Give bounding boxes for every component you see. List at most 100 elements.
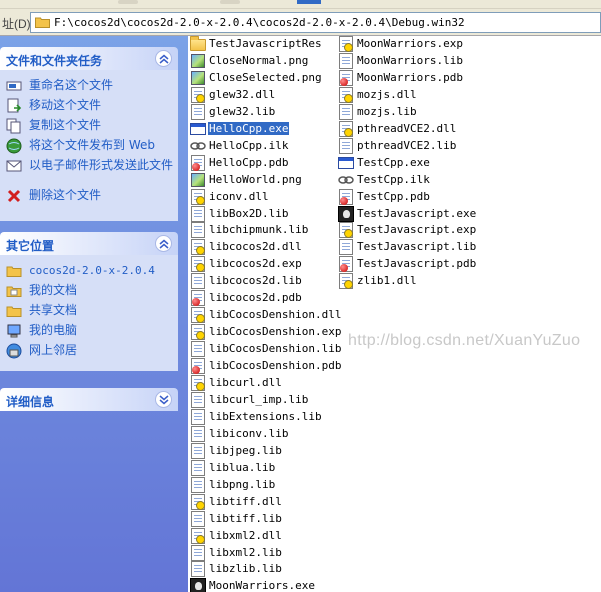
file-name: pthreadVCE2.lib: [357, 138, 457, 152]
move-icon: [7, 98, 22, 113]
file-list-view[interactable]: http://blog.csdn.net/XuanYuZuo TestJavas…: [188, 36, 601, 592]
file-name: liblua.lib: [209, 460, 276, 474]
address-input[interactable]: F:\cocos2d\cocos2d-2.0-x-2.0.4\cocos2d-2…: [30, 12, 601, 33]
file-name: TestCpp.exe: [357, 155, 430, 169]
file-name: mozjs.lib: [357, 104, 417, 118]
computer-icon: [7, 324, 21, 338]
file-name: HelloCpp.pdb: [209, 155, 289, 169]
pdb-file-icon: [338, 188, 354, 205]
lib-file-icon: [190, 391, 206, 408]
exp-file-icon: [338, 36, 354, 52]
file-name: libcocos2d.lib: [209, 274, 302, 288]
file-name: glew32.dll: [209, 87, 276, 101]
file-name: HelloWorld.png: [209, 172, 302, 186]
file-name: libCocosDenshion.pdb: [209, 359, 342, 373]
dll-file-icon: [190, 375, 206, 391]
place-network[interactable]: 网上邻居: [0, 341, 178, 361]
task-label: 复制这个文件: [29, 118, 102, 132]
task-email[interactable]: 以电子邮件形式发送此文件: [0, 156, 178, 186]
other-places-panel: 其它位置 cocos2d-2.0-x-2.0.4 我的文档 共享文档 我的电脑: [0, 232, 178, 371]
lib-file-icon: [190, 408, 206, 425]
lib-file-icon: [190, 442, 206, 459]
folder-icon: [6, 306, 22, 317]
task-label: 将这个文件发布到 Web: [29, 138, 155, 152]
toolbar-button-remnant[interactable]: [118, 0, 138, 4]
panel-title: 其它位置: [6, 239, 55, 253]
address-label: 址(D): [2, 17, 31, 31]
exe-file-icon: [338, 155, 354, 171]
file-name: TestJavascript.lib: [357, 240, 477, 254]
file-name: libzlib.lib: [209, 562, 282, 576]
task-label: 删除这个文件: [29, 188, 102, 202]
place-label: 共享文档: [29, 303, 78, 317]
collapse-chevron-icon[interactable]: [155, 235, 172, 252]
lib-file-icon: [338, 52, 354, 69]
file-name: pthreadVCE2.dll: [357, 121, 457, 135]
file-name: iconv.dll: [209, 189, 269, 203]
file-name: mozjs.dll: [357, 87, 417, 101]
pdb-file-icon: [190, 290, 206, 307]
file-name: TestJavascriptRes: [209, 37, 322, 50]
copy-icon: [6, 118, 21, 134]
dll-file-icon: [190, 527, 206, 544]
address-bar: 址(D) F:\cocos2d\cocos2d-2.0-x-2.0.4\coco…: [0, 9, 601, 36]
file-name: CloseSelected.png: [209, 70, 322, 84]
toolbar-button-remnant[interactable]: [297, 0, 321, 4]
place-parent-folder[interactable]: cocos2d-2.0-x-2.0.4: [0, 261, 178, 281]
file-name: TestJavascript.pdb: [357, 257, 477, 271]
email-icon: [6, 160, 22, 172]
file-name: TestCpp.ilk: [357, 172, 430, 186]
file-name: MoonWarriors.exe: [209, 579, 315, 592]
task-delete[interactable]: 删除这个文件: [0, 186, 178, 206]
file-name: libjpeg.lib: [209, 443, 282, 457]
file-name: libCocosDenshion.dll: [209, 308, 342, 322]
toolbar-button-remnant[interactable]: [220, 0, 240, 4]
task-pane: 文件和文件夹任务 重命名这个文件 移动这个文件 复制这个文件 将这个文件发布到 …: [0, 36, 188, 592]
exp-file-icon: [190, 256, 206, 273]
folder-icon: [35, 17, 50, 28]
file-name: libcurl_imp.lib: [209, 392, 309, 406]
file-name: MoonWarriors.lib: [357, 53, 463, 67]
place-shared-documents[interactable]: 共享文档: [0, 301, 178, 321]
place-my-computer[interactable]: 我的电脑: [0, 321, 178, 341]
lib-file-icon: [338, 103, 354, 120]
task-rename[interactable]: 重命名这个文件: [0, 76, 178, 96]
dll-file-icon: [190, 86, 206, 103]
pdb-file-icon: [338, 69, 354, 86]
lib-file-icon: [190, 510, 206, 527]
task-copy[interactable]: 复制这个文件: [0, 116, 178, 136]
task-publish-web[interactable]: 将这个文件发布到 Web: [0, 136, 178, 156]
file-name: TestCpp.pdb: [357, 189, 430, 203]
file-name: libxml2.lib: [209, 545, 282, 559]
place-label: cocos2d-2.0-x-2.0.4: [29, 264, 155, 277]
lib-file-icon: [338, 137, 354, 154]
task-move[interactable]: 移动这个文件: [0, 96, 178, 116]
collapse-chevron-icon[interactable]: [155, 50, 172, 67]
lib-file-icon: [190, 205, 206, 222]
file-name: libCocosDenshion.lib: [209, 342, 342, 356]
file-name: TestJavascript.exp: [357, 223, 477, 237]
details-panel: 详细信息: [0, 388, 178, 411]
file-name: TestJavascript.exe: [357, 206, 477, 220]
file-name: MoonWarriors.pdb: [357, 70, 463, 84]
exe-file-icon: [190, 121, 206, 137]
place-my-documents[interactable]: 我的文档: [0, 281, 178, 301]
dll-file-icon: [338, 273, 354, 290]
file-name: libcocos2d.dll: [209, 240, 302, 254]
file-name: libBox2D.lib: [209, 206, 289, 220]
details-header[interactable]: 详细信息: [0, 388, 178, 411]
file-name: HelloCpp.ilk: [209, 138, 289, 152]
task-label: 移动这个文件: [29, 98, 102, 112]
file-name: MoonWarriors.exp: [357, 37, 463, 50]
file-name: CloseNormal.png: [209, 53, 309, 67]
pdb-file-icon: [190, 154, 206, 171]
expand-chevron-icon[interactable]: [155, 391, 172, 408]
pdb-file-icon: [338, 256, 354, 273]
file-name: glew32.lib: [209, 104, 276, 118]
pdb-file-icon: [190, 358, 206, 375]
file-tasks-header[interactable]: 文件和文件夹任务: [0, 47, 178, 70]
other-places-header[interactable]: 其它位置: [0, 232, 178, 255]
file-name: libCocosDenshion.exp: [209, 325, 342, 339]
png-image-icon: [190, 172, 206, 188]
png-image-icon: [190, 70, 206, 86]
